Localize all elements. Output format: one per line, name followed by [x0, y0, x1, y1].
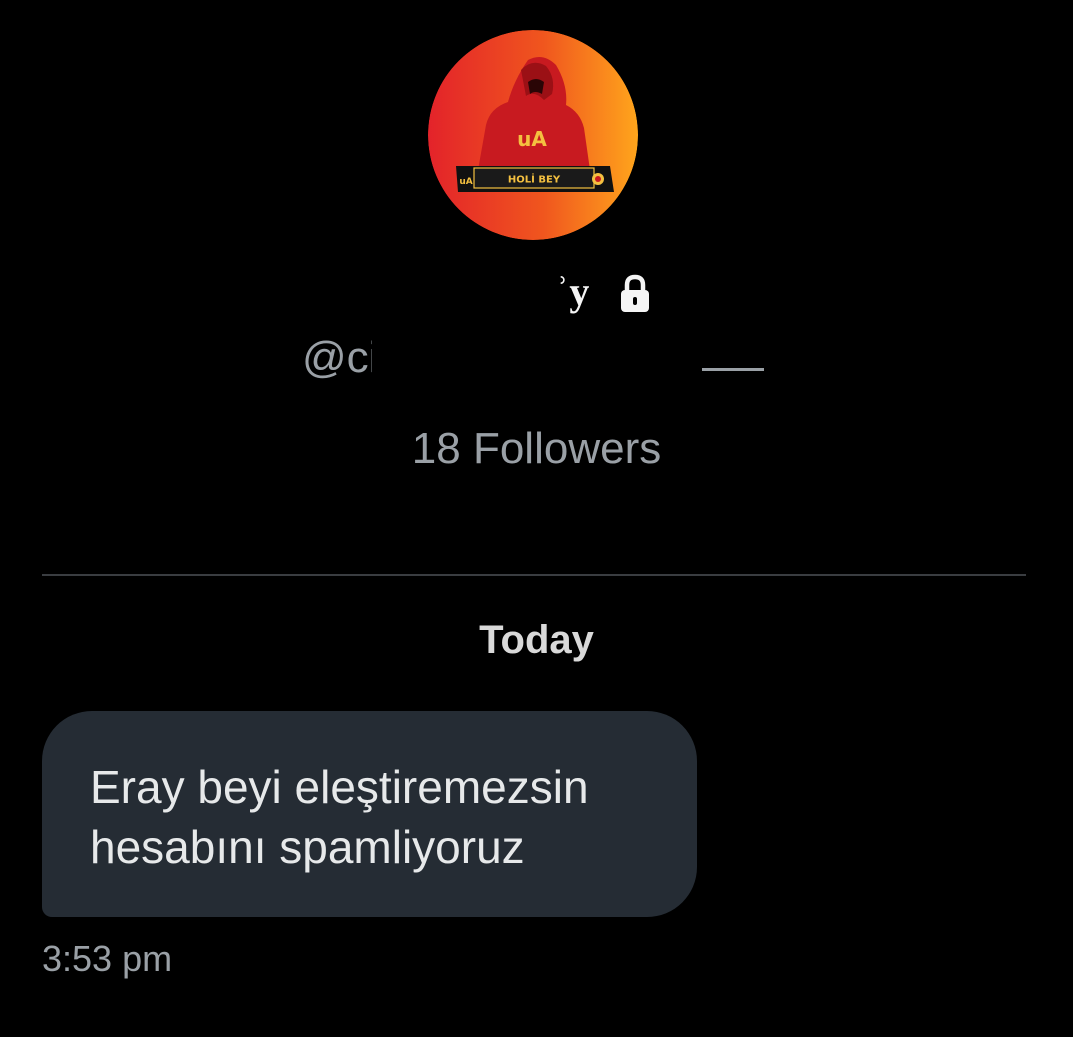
- message-timestamp: 3:53 pm: [42, 938, 173, 979]
- svg-text:HOLİ BEY: HOLİ BEY: [508, 172, 561, 186]
- followers-count[interactable]: 18 Followers: [0, 422, 1073, 476]
- svg-text:uA: uA: [517, 127, 547, 151]
- divider: [42, 574, 1026, 576]
- avatar-logo-text: uA: [517, 127, 547, 151]
- profile-avatar[interactable]: uA HOLİ BEY uA: [428, 30, 638, 240]
- date-separator: Today: [479, 618, 594, 662]
- lock-icon: [621, 274, 649, 312]
- svg-text:uA: uA: [459, 177, 472, 187]
- handle-redaction-residue: [702, 368, 764, 377]
- profile-name-row: ʾy: [0, 264, 1073, 320]
- profile-handle: @ci: [302, 333, 379, 382]
- profile-display-name: ʾy: [556, 269, 590, 314]
- message-text: Eray beyi eleştiremezsin hesabını spamli…: [90, 761, 589, 873]
- handle-redaction: [372, 328, 764, 388]
- message-bubble[interactable]: Eray beyi eleştiremezsin hesabını spamli…: [42, 711, 697, 917]
- avatar-image: uA HOLİ BEY uA: [428, 30, 638, 240]
